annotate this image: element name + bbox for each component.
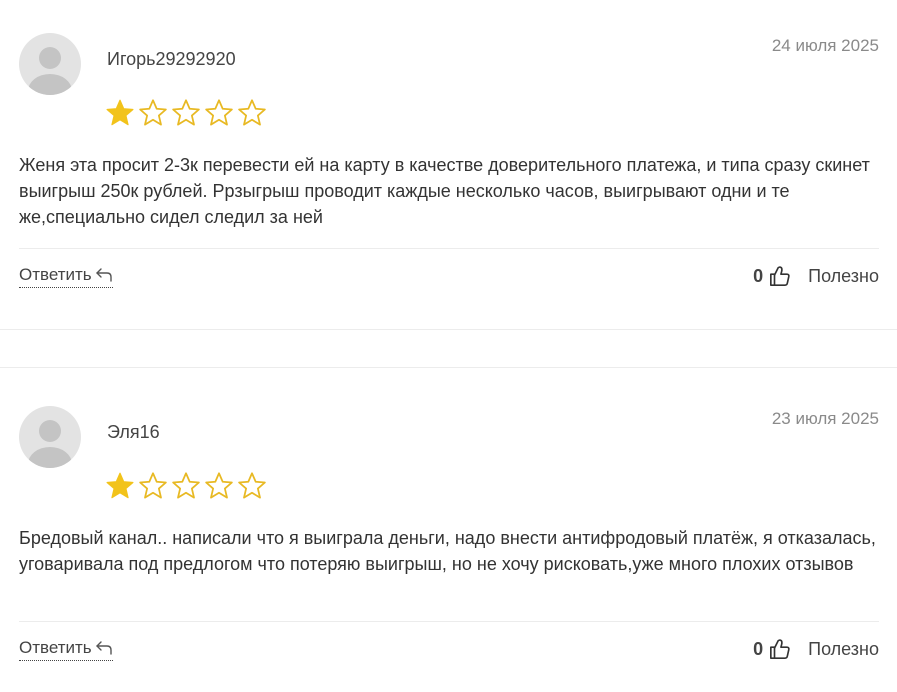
reply-label: Ответить	[19, 265, 92, 284]
star-empty-icon	[172, 472, 200, 499]
review-date: 24 июля 2025	[771, 36, 879, 55]
useful-count: 0	[753, 265, 764, 286]
divider	[19, 621, 879, 622]
review-author: Игорь29292920	[107, 49, 236, 69]
reply-button[interactable]: Ответить	[19, 265, 113, 288]
star-filled-icon	[106, 472, 134, 499]
review-author: Эля16	[107, 422, 160, 442]
thumbs-up-icon[interactable]	[769, 265, 791, 287]
useful-section: 0 Полезно	[753, 262, 879, 290]
star-empty-icon	[238, 472, 266, 499]
review-separator	[0, 367, 897, 368]
useful-section: 0 Полезно	[753, 635, 879, 663]
star-empty-icon	[205, 99, 233, 126]
rating-stars	[105, 471, 267, 501]
user-silhouette-icon	[28, 420, 72, 468]
star-empty-icon	[238, 99, 266, 126]
avatar	[19, 406, 81, 468]
useful-label: Полезно	[808, 638, 879, 659]
user-silhouette-icon	[28, 47, 72, 95]
star-empty-icon	[172, 99, 200, 126]
reply-button[interactable]: Ответить	[19, 638, 113, 661]
rating-stars	[105, 98, 267, 128]
review-text: Женя эта просит 2-3к перевести ей на кар…	[19, 155, 870, 227]
review-date: 23 июля 2025	[771, 409, 879, 428]
reply-arrow-icon	[95, 641, 112, 655]
thumbs-up-icon[interactable]	[769, 638, 791, 660]
reply-arrow-icon	[95, 268, 112, 282]
useful-count: 0	[753, 638, 764, 659]
star-empty-icon	[139, 472, 167, 499]
reply-label: Ответить	[19, 638, 92, 657]
star-filled-icon	[106, 99, 134, 126]
star-empty-icon	[205, 472, 233, 499]
divider	[19, 248, 879, 249]
useful-label: Полезно	[808, 265, 879, 286]
star-empty-icon	[139, 99, 167, 126]
review-text: Бредовый канал.. написали что я выиграла…	[19, 528, 876, 574]
review-separator	[0, 329, 897, 330]
avatar	[19, 33, 81, 95]
